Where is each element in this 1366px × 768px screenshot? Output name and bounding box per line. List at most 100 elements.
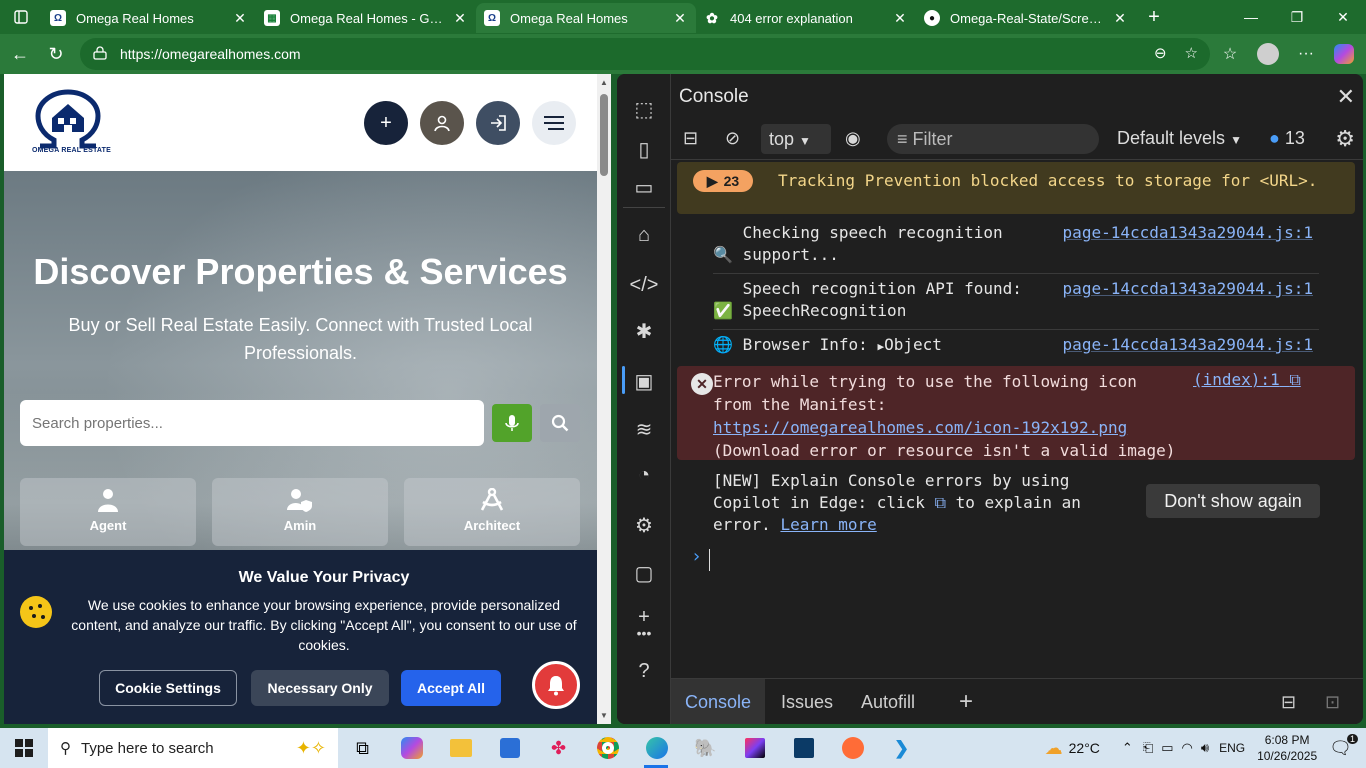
help-icon[interactable]: ? [631, 658, 657, 684]
menu-button[interactable] [532, 101, 576, 145]
page-scrollbar[interactable]: ▲ ▼ [597, 74, 611, 724]
refresh-button[interactable]: ↻ [38, 36, 74, 72]
live-expression-eye-icon[interactable]: ◉ [845, 128, 861, 149]
browser-tab[interactable]: ▦ Omega Real Homes - Google ✕ [256, 3, 476, 33]
scrollbar-thumb[interactable] [600, 94, 608, 176]
clear-console-icon[interactable]: ⊘ [725, 128, 740, 149]
new-tab-button[interactable]: + [1136, 6, 1172, 29]
cookie-settings-button[interactable]: Cookie Settings [99, 670, 237, 706]
necessary-only-button[interactable]: Necessary Only [251, 670, 389, 706]
minimize-button[interactable]: — [1228, 0, 1274, 34]
device-emulation-icon[interactable]: ▯ [631, 136, 657, 162]
copilot-explain-icon[interactable]: ⧉ [1289, 370, 1300, 389]
warning-count-badge[interactable]: ▶ 23 [693, 170, 753, 192]
expand-drawer-icon[interactable]: ⊡ [1311, 679, 1354, 724]
log-source-link[interactable]: page-14ccda1343a29044.js:1 [1063, 334, 1313, 356]
search-button[interactable] [540, 404, 580, 442]
weather-temperature[interactable]: 22°C [1069, 740, 1100, 756]
close-tab-icon[interactable]: ✕ [452, 10, 468, 27]
network-wifi-icon[interactable]: ≋ [631, 416, 657, 442]
log-levels-dropdown[interactable]: Default levels ▼ [1117, 128, 1242, 149]
start-button[interactable] [0, 728, 48, 768]
elements-code-icon[interactable]: </> [630, 272, 659, 298]
add-listing-button[interactable]: + [364, 101, 408, 145]
wifi-icon[interactable]: ◠ [1182, 740, 1193, 756]
context-select[interactable]: top ▼ [761, 124, 831, 154]
favorite-star-icon[interactable]: ☆ [1185, 44, 1198, 62]
restore-button[interactable]: ❐ [1274, 0, 1320, 34]
edge-icon[interactable] [632, 728, 681, 768]
tab-autofill[interactable]: Autofill [847, 679, 929, 724]
learn-more-link[interactable]: Learn more [780, 515, 876, 534]
category-card-agent[interactable]: Agent [20, 478, 196, 546]
tab-actions-button[interactable] [0, 0, 42, 34]
more-tools-dots-icon[interactable]: ••• [631, 620, 657, 646]
filter-input[interactable]: ≡ Filter [887, 124, 1099, 154]
scroll-down-arrow-icon[interactable]: ▼ [597, 711, 611, 720]
notifications-button[interactable] [532, 661, 580, 709]
tab-console[interactable]: Console [671, 679, 766, 724]
close-devtools-icon[interactable]: ✕ [1337, 84, 1355, 110]
favorites-icon[interactable]: ☆ [1218, 38, 1242, 70]
warning-message[interactable]: ▶ 23 Tracking Prevention blocked access t… [677, 162, 1355, 214]
site-info-icon[interactable] [92, 45, 108, 63]
accept-all-button[interactable]: Accept All [401, 670, 501, 706]
browser-tab-active[interactable]: Ω Omega Real Homes ✕ [476, 3, 696, 33]
log-object[interactable]: Object [884, 335, 942, 354]
intellij-icon[interactable] [730, 728, 779, 768]
welcome-home-icon[interactable]: ⌂ [631, 222, 657, 248]
clock[interactable]: 6:08 PM 10/26/2025 [1257, 732, 1317, 764]
dont-show-again-button[interactable]: Don't show again [1146, 484, 1320, 518]
language-indicator[interactable]: ENG [1219, 741, 1245, 755]
browser-tab[interactable]: Ω Omega Real Homes ✕ [42, 3, 256, 33]
inspect-element-icon[interactable]: ⬚ [631, 96, 657, 122]
microsoft-store-icon[interactable] [485, 728, 534, 768]
task-view-icon[interactable]: ⧉ [338, 728, 387, 768]
category-card-amin[interactable]: Amin [212, 478, 388, 546]
performance-gauge-icon[interactable]: ◔ [631, 462, 657, 488]
sidebar-toggle-icon[interactable]: ⊟ [683, 128, 698, 149]
postman-icon[interactable] [828, 728, 877, 768]
message-count[interactable]: ● 13 [1269, 128, 1305, 149]
close-tab-icon[interactable]: ✕ [892, 10, 908, 27]
network-app-icon[interactable] [779, 728, 828, 768]
read-aloud-icon[interactable]: ⊖ [1154, 44, 1167, 62]
more-options-icon[interactable]: ··· [1294, 38, 1318, 70]
close-tab-icon[interactable]: ✕ [672, 10, 688, 27]
error-source-link[interactable]: (index):1 [1193, 370, 1280, 389]
login-button[interactable] [476, 101, 520, 145]
console-settings-gear-icon[interactable]: ⚙ [1335, 126, 1355, 152]
close-window-button[interactable]: ✕ [1320, 0, 1366, 34]
notifications-icon[interactable]: 🗨︎ 1 [1329, 733, 1358, 759]
log-source-link[interactable]: page-14ccda1343a29044.js:1 [1063, 278, 1313, 300]
slack-icon[interactable]: ✤ [534, 728, 583, 768]
volume-icon[interactable]: 🔊︎ [1201, 740, 1209, 756]
property-search-input[interactable] [20, 400, 484, 446]
meet-now-icon[interactable]: ⎗ [1143, 740, 1153, 756]
url-field[interactable]: https://omegarealhomes.com ⊖ ☆ [80, 38, 1210, 70]
browser-tab[interactable]: ✿ 404 error explanation ✕ [696, 3, 916, 33]
scroll-up-arrow-icon[interactable]: ▲ [597, 78, 611, 87]
console-input-caret[interactable] [709, 549, 710, 571]
error-resource-link[interactable]: https://omegarealhomes.com/icon-192x192.… [713, 418, 1127, 437]
sources-bug-icon[interactable]: ✱ [631, 318, 657, 344]
taskbar-search-box[interactable]: ⚲ Type here to search ✦✧ [48, 728, 338, 768]
profile-avatar[interactable] [1256, 38, 1280, 70]
close-tab-icon[interactable]: ✕ [232, 10, 248, 27]
error-source[interactable]: (index):1 ⧉ [1193, 370, 1301, 390]
battery-icon[interactable]: ▭ [1161, 740, 1173, 756]
back-button[interactable]: ← [2, 36, 38, 72]
copilot-app-icon[interactable] [387, 728, 436, 768]
postgresql-icon[interactable]: 🐘 [681, 728, 730, 768]
dock-drawer-icon[interactable]: ⊟ [1267, 679, 1310, 724]
close-tab-icon[interactable]: ✕ [1112, 10, 1128, 27]
application-panel-icon[interactable]: ▢ [631, 560, 657, 586]
console-icon[interactable]: ▣ [631, 368, 657, 394]
category-card-architect[interactable]: Architect [404, 478, 580, 546]
voice-search-button[interactable] [492, 404, 532, 442]
vscode-icon[interactable]: ❯ [877, 728, 926, 768]
show-hidden-icons-chevron-icon[interactable]: ⌃ [1122, 740, 1133, 756]
user-profile-button[interactable] [420, 101, 464, 145]
browser-window-icon[interactable]: ▭ [631, 174, 657, 200]
copilot-icon[interactable] [1332, 38, 1356, 70]
